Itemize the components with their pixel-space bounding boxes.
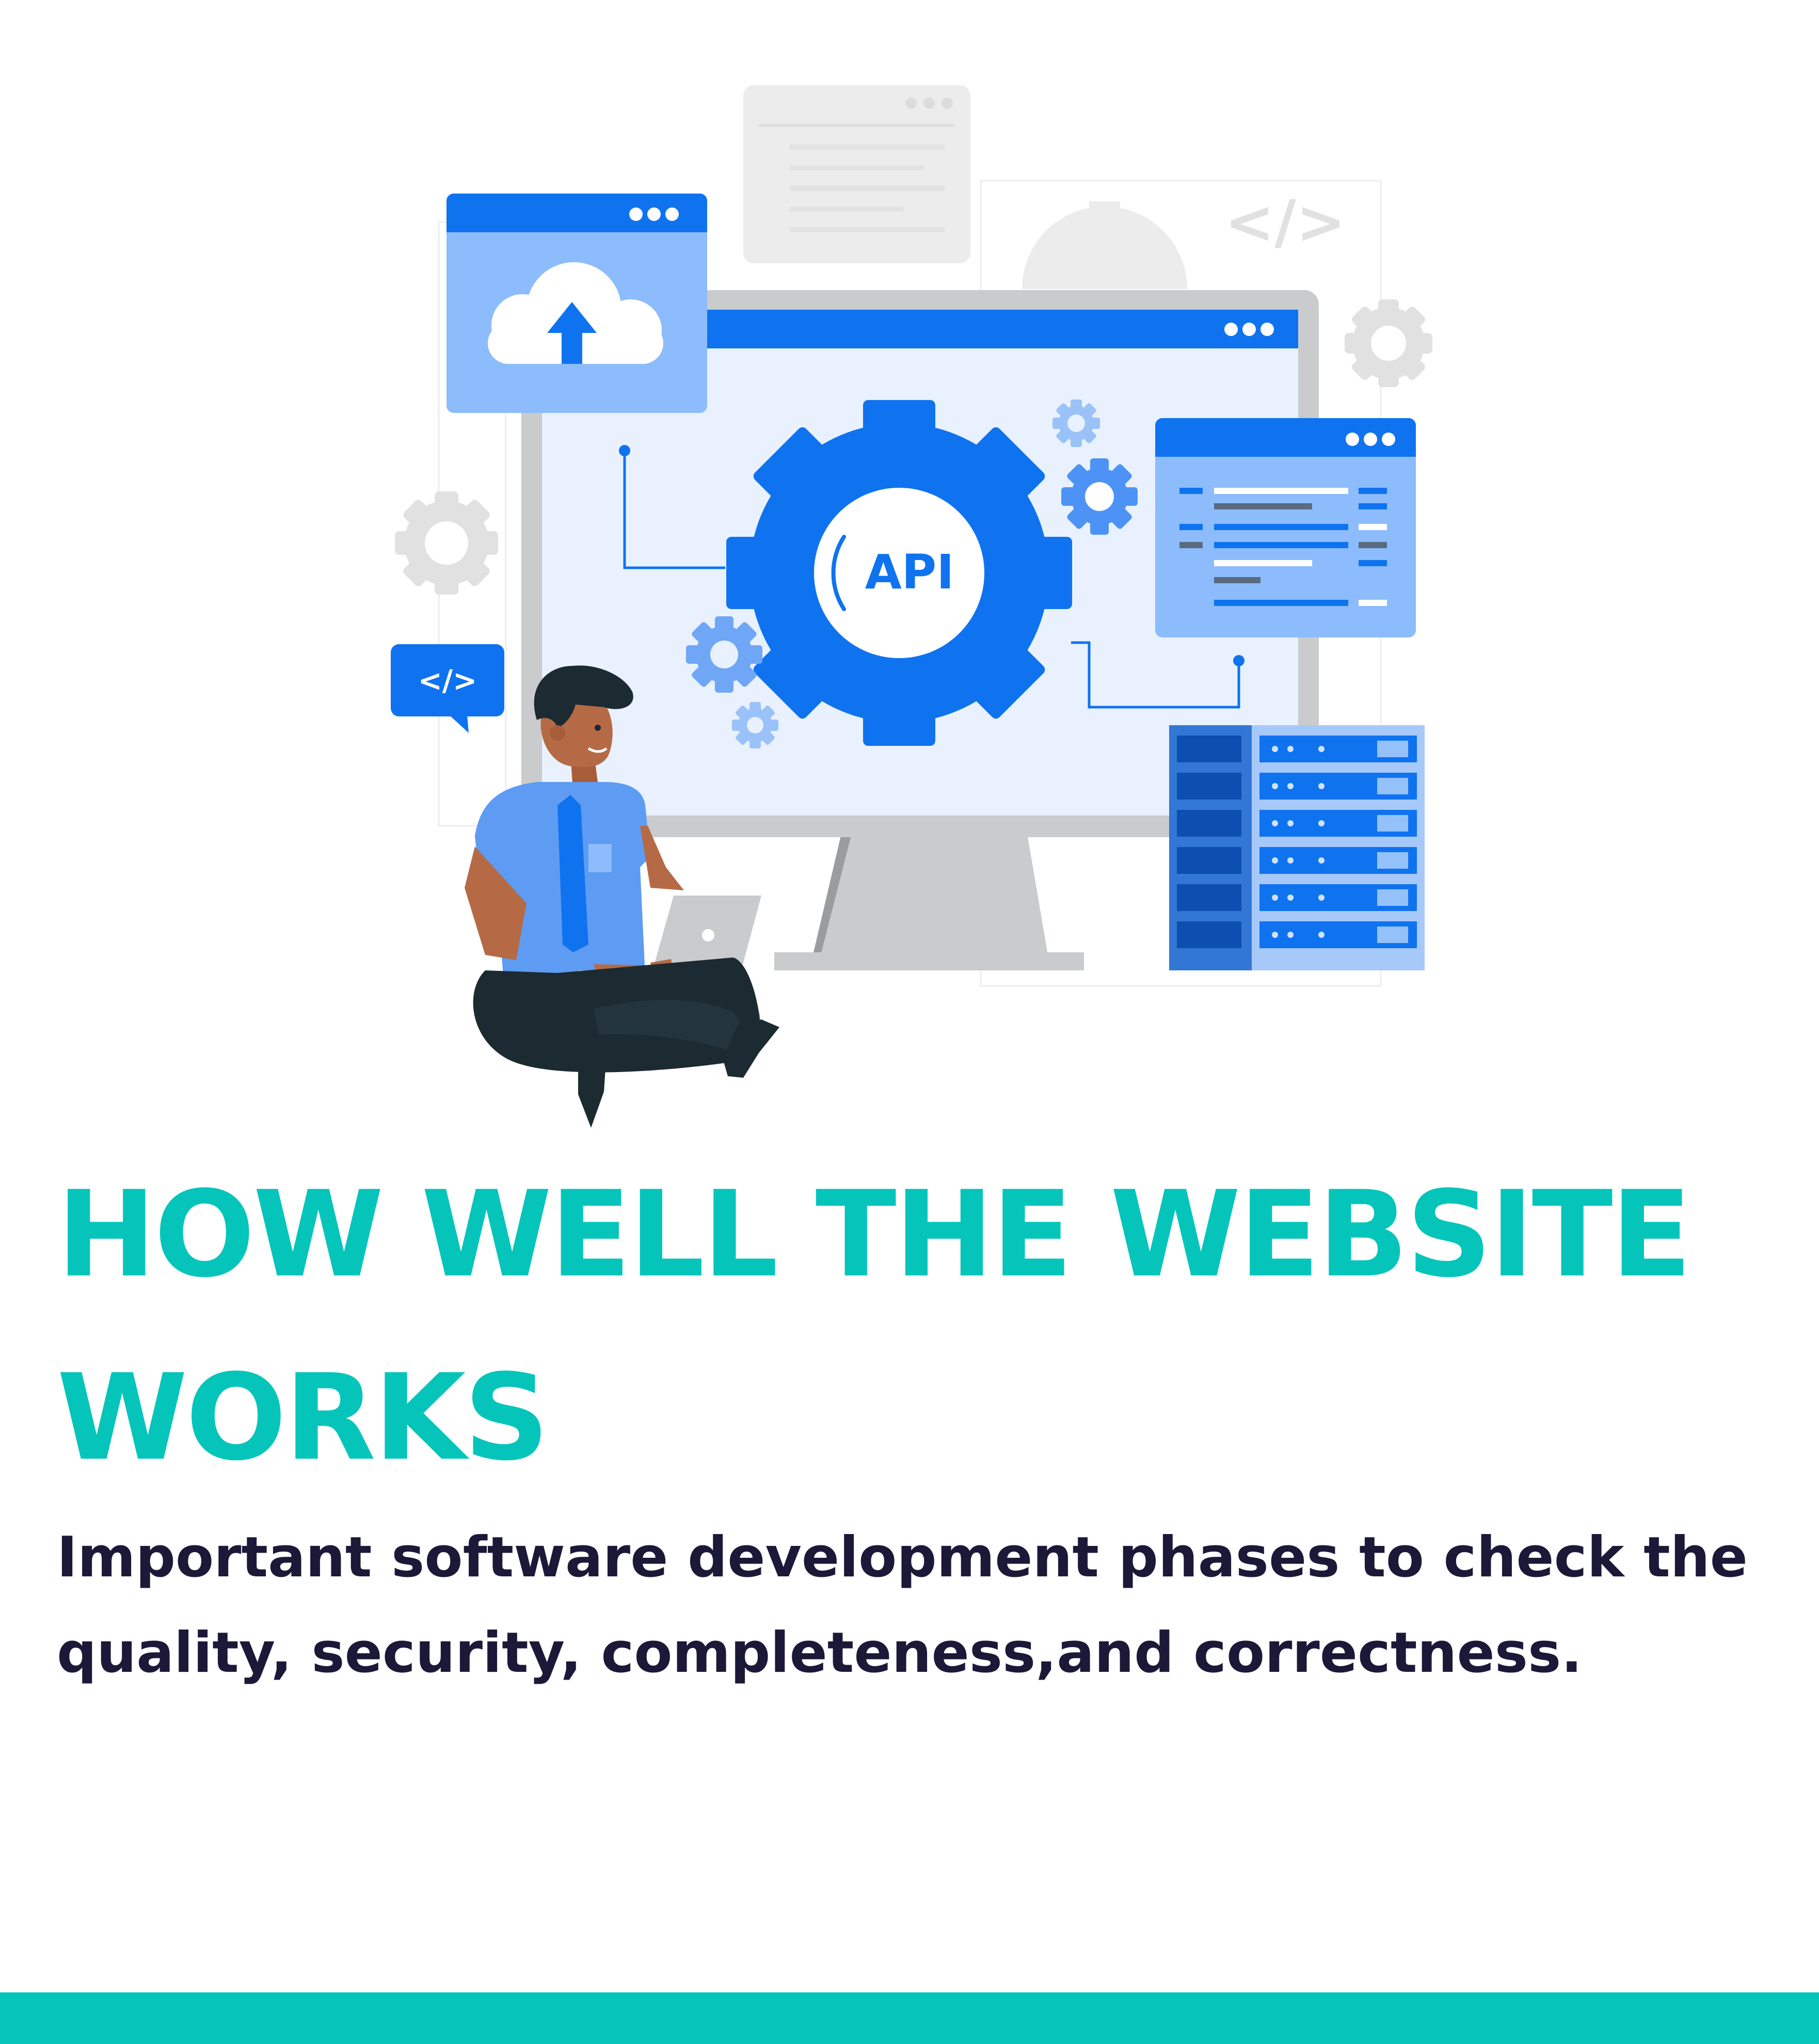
headline-line-2: WORKS [57,1349,549,1487]
code-tag-label: </> [418,664,477,698]
gear-icon [395,491,498,595]
description-line-1: Important software development phases to… [57,1525,1748,1590]
api-label: API [865,545,954,600]
ghost-gear-icon [1022,201,1187,289]
gear-icon [686,616,762,693]
headline-line-1: HOW WELL THE WEBSITE [57,1166,1692,1304]
gear-icon [1052,400,1100,447]
hero-illustration: </> API </> [391,85,1432,1128]
gear-icon [1345,299,1432,387]
bottom-accent-bar [0,1992,1819,2044]
description-line-2: quality, security, completeness,and corr… [57,1621,1583,1685]
api-gear-icon: API [726,400,1072,746]
ghost-code-tag: </> [1225,188,1346,257]
code-window [1155,418,1416,637]
page-description: Important software development phases to… [57,1510,1786,1701]
code-tag-icon: </> [391,644,504,733]
server-rack-icon [1169,725,1425,970]
cloud-upload-window [446,194,707,413]
gear-icon [732,702,778,748]
page-headline: HOW WELL THE WEBSITE WORKS [57,1143,1760,1510]
ghost-window [743,85,970,263]
gear-icon [1061,458,1138,535]
